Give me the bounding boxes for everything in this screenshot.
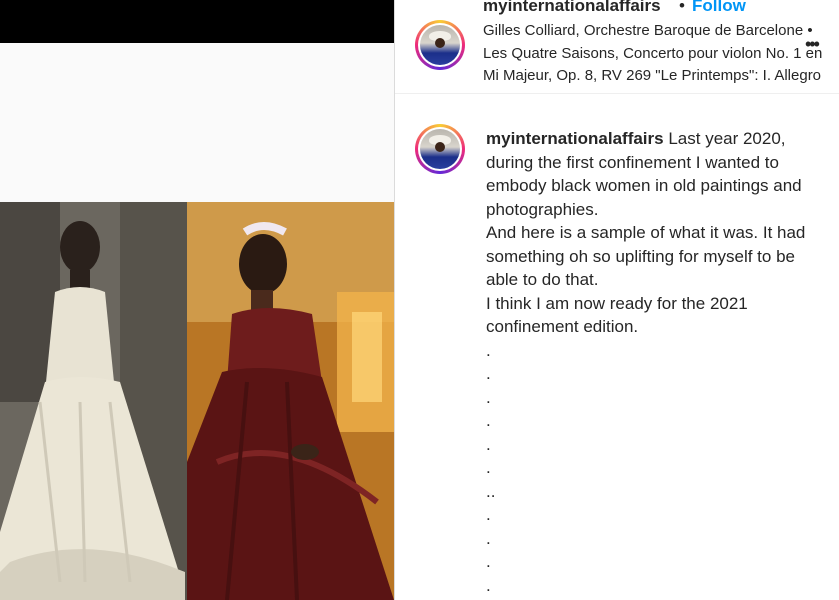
follow-button[interactable]: Follow [692,0,746,16]
separator-dot: • [679,0,685,15]
caption-line: . [486,528,491,548]
caption-username[interactable]: myinternationalaffairs [486,129,664,148]
caption-line: . [486,575,491,595]
post-header: myinternationalaffairs • Follow Gilles C… [395,0,839,94]
caption-line: . [486,505,491,524]
caption-line: . [486,340,491,360]
post-details-pane: myinternationalaffairs • Follow Gilles C… [394,0,839,600]
caption-line: . [486,434,491,454]
more-options-icon[interactable]: ••• [805,34,820,55]
vintage-photo [0,202,187,600]
caption-line: And here is a sample of what it was. It … [486,223,806,289]
avatar-image [420,25,460,65]
caption-line: . [486,552,491,571]
avatar-image [420,129,460,169]
post-caption: myinternationalaffairs Last year 2020, d… [486,127,826,597]
caption-author-avatar[interactable] [415,124,465,174]
modern-photo [187,202,394,600]
author-username[interactable]: myinternationalaffairs [483,0,661,16]
caption-line: . [486,458,491,477]
caption-line: I think I am now ready for the 2021 conf… [486,293,748,337]
author-avatar[interactable] [415,20,465,70]
caption-line: . [486,364,491,383]
music-attribution[interactable]: Gilles Colliard, Orchestre Baroque de Ba… [483,20,823,88]
caption-line: .. [486,481,496,501]
caption-line: . [486,411,491,430]
post-media[interactable] [0,0,394,600]
media-top-bar [0,0,394,43]
caption-line: . [486,387,491,407]
